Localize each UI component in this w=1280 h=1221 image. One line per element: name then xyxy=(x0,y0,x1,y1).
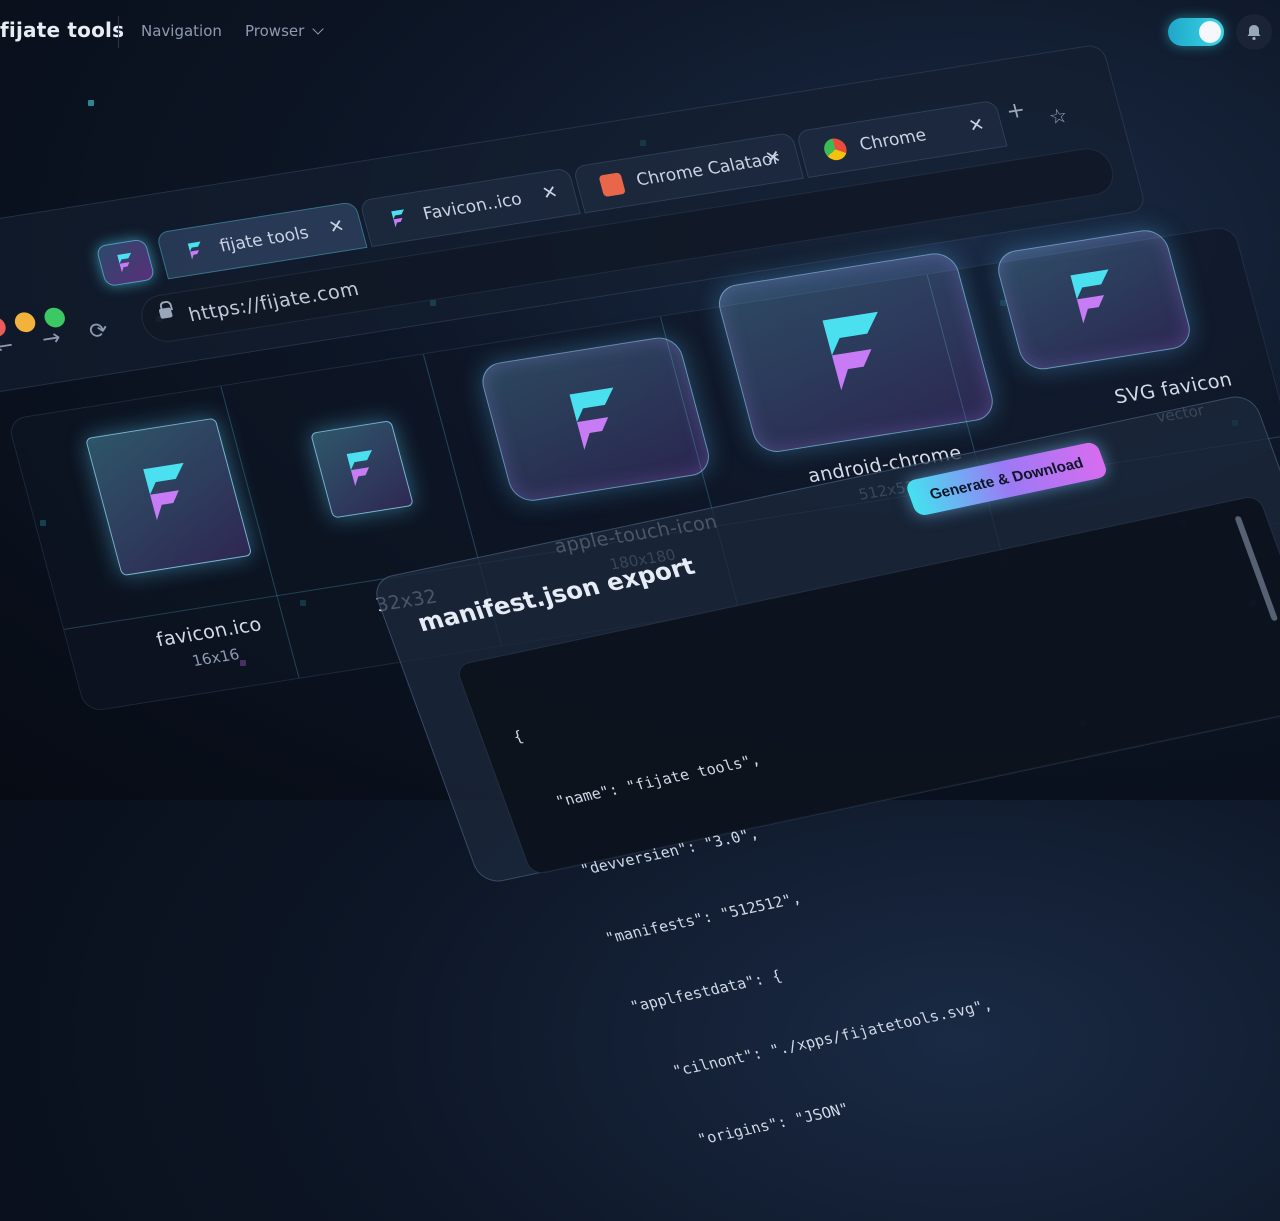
reload-icon[interactable]: ⟳ xyxy=(86,318,111,345)
fijate-logo-icon xyxy=(346,450,372,487)
forward-arrow-icon[interactable]: → xyxy=(39,325,64,352)
favicon-ico-preview[interactable] xyxy=(85,417,253,577)
svg-favicon-preview[interactable] xyxy=(993,227,1195,373)
fijate-logo-icon xyxy=(187,241,201,260)
manifest-code: { "name": "fijate tools", "devversien": … xyxy=(493,606,1037,1205)
fijate-logo-icon xyxy=(117,252,132,273)
tab-label: Chrome xyxy=(857,125,929,156)
back-arrow-icon[interactable]: ← xyxy=(0,333,16,360)
notifications-button[interactable] xyxy=(1236,14,1272,50)
android-chrome-preview[interactable] xyxy=(713,250,998,456)
code-scrollbar[interactable] xyxy=(1234,515,1279,622)
close-icon[interactable]: ✕ xyxy=(966,114,986,137)
star-icon[interactable]: ☆ xyxy=(1046,103,1070,129)
fijate-logo-icon xyxy=(822,311,878,391)
close-icon[interactable]: ✕ xyxy=(326,215,346,238)
fijate-logo-icon xyxy=(1070,269,1109,324)
nav-link-prowser[interactable]: Prowser xyxy=(245,22,324,40)
tab-label: Chrome Calataor xyxy=(634,148,782,191)
chevron-down-icon xyxy=(312,23,324,35)
tab-label: Favicon..ico xyxy=(420,189,525,225)
nav-link-navigation[interactable]: Navigation xyxy=(141,22,222,40)
close-icon[interactable]: ✕ xyxy=(540,182,560,205)
favicon-32-preview[interactable] xyxy=(310,420,414,519)
window-minimize-button[interactable] xyxy=(12,310,38,334)
fijate-logo-icon xyxy=(143,462,184,521)
nav-link-label: Navigation xyxy=(141,22,222,40)
code-line: "origins": "JSON" xyxy=(659,1099,852,1157)
tab-label: fijate tools xyxy=(217,223,311,257)
manifest-code-editor[interactable]: { "name": "fijate tools", "devversien": … xyxy=(454,494,1280,1149)
app-icon xyxy=(598,172,626,198)
lock-icon xyxy=(158,307,173,319)
chrome-icon xyxy=(821,136,850,162)
bar-divider xyxy=(118,16,119,48)
brand-title: fijate tools xyxy=(0,18,125,42)
pinned-tab-fijate[interactable] xyxy=(95,238,156,288)
apple-touch-icon-preview[interactable] xyxy=(477,334,714,504)
fijate-logo-icon xyxy=(391,209,404,228)
bell-icon xyxy=(1247,25,1261,41)
plus-icon[interactable]: + xyxy=(1003,98,1028,125)
nav-link-label: Prowser xyxy=(245,22,305,40)
fijate-logo-icon xyxy=(569,387,614,450)
